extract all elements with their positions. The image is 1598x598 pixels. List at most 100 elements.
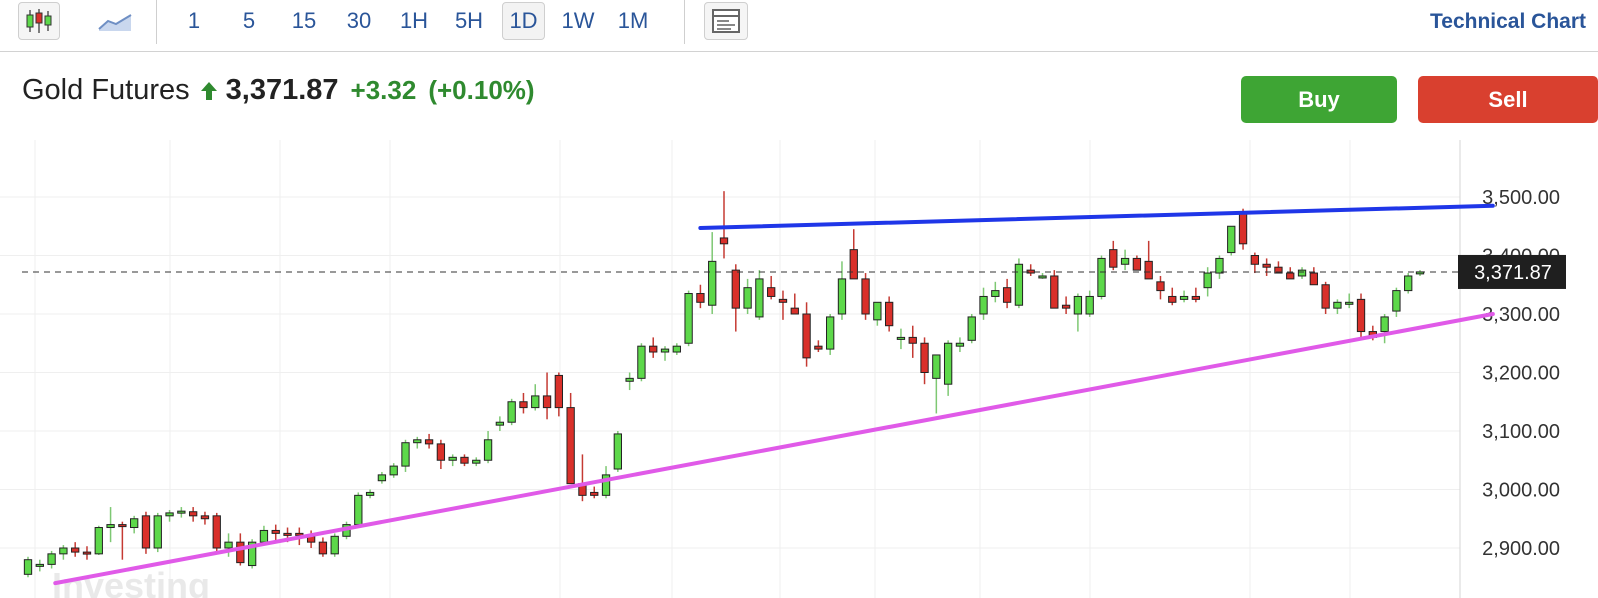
candle-body xyxy=(271,529,280,534)
candle-body xyxy=(259,529,269,543)
candle-body xyxy=(200,515,210,520)
instrument-name: Gold Futures xyxy=(22,74,190,106)
technical-chart-title[interactable]: Technical Chart xyxy=(1430,10,1586,34)
candle-body xyxy=(153,515,162,549)
interval-1[interactable]: 1 xyxy=(180,2,208,40)
candle-body xyxy=(1309,272,1318,286)
candle-body xyxy=(649,345,658,353)
candle-body xyxy=(625,377,634,382)
candle-body xyxy=(1250,255,1260,265)
candle-body xyxy=(542,395,552,409)
interval-15[interactable]: 15 xyxy=(286,2,322,40)
toolbar-separator xyxy=(156,0,157,44)
candle-body xyxy=(424,439,434,445)
layout-panel-icon[interactable] xyxy=(704,2,748,40)
upper-trendline xyxy=(698,203,1495,231)
candle-body xyxy=(354,494,363,526)
candle-body xyxy=(59,547,68,555)
candle-body xyxy=(873,301,882,321)
candle-body xyxy=(1120,257,1130,265)
candle-body xyxy=(165,512,174,517)
arrow-up-icon xyxy=(200,81,218,106)
last-price: 3,371.87 xyxy=(225,74,339,106)
candle-body xyxy=(1392,290,1401,312)
candle-body xyxy=(1333,301,1342,309)
candle-body xyxy=(507,401,516,423)
candle-body xyxy=(991,290,1000,297)
candle-body xyxy=(979,295,988,315)
price-chart[interactable]: 2,900.003,000.003,100.003,200.003,300.00… xyxy=(0,140,1598,598)
y-tick-label: 3,100.00 xyxy=(1482,421,1560,443)
candle-body xyxy=(778,298,788,303)
candle-body xyxy=(896,336,906,340)
candle-body xyxy=(436,443,446,461)
candle-body xyxy=(519,401,528,409)
candle-body xyxy=(177,510,186,514)
area-chart-icon[interactable] xyxy=(95,2,135,40)
candle-body xyxy=(566,407,575,485)
candle-body xyxy=(708,260,717,306)
interval-1h[interactable]: 1H xyxy=(395,2,433,40)
candle-body xyxy=(1109,249,1118,268)
candle-body xyxy=(1132,257,1142,271)
candle-body xyxy=(188,511,198,517)
current-price-label: 3,371.87 xyxy=(1474,262,1552,284)
y-tick-label: 3,200.00 xyxy=(1482,363,1560,385)
candle-body xyxy=(1238,211,1248,245)
price-change: +3.32 xyxy=(350,75,417,105)
candle-body xyxy=(224,541,233,549)
interval-5h[interactable]: 5H xyxy=(450,2,488,40)
candle-body xyxy=(82,551,92,555)
candle-body xyxy=(118,524,127,528)
candle-body xyxy=(1179,295,1189,300)
candle-body xyxy=(1321,284,1330,309)
candle-body xyxy=(814,345,823,350)
interval-30[interactable]: 30 xyxy=(340,2,378,40)
candle-body xyxy=(23,559,33,575)
candlestick-icon[interactable] xyxy=(18,2,60,40)
candle-body xyxy=(1404,275,1413,292)
candle-body xyxy=(1297,269,1307,277)
candle-body xyxy=(47,553,56,565)
candle-body xyxy=(94,527,103,555)
quote-header: Gold Futures 3,371.87 +3.32 (+0.10%) xyxy=(22,74,535,114)
candle-body xyxy=(672,345,681,353)
candle-body xyxy=(35,563,44,567)
candle-body xyxy=(365,491,375,496)
candle-body xyxy=(1061,304,1071,309)
candle-body xyxy=(637,345,646,379)
candle-body xyxy=(236,541,245,564)
interval-5[interactable]: 5 xyxy=(235,2,263,40)
candle-body xyxy=(1073,295,1083,315)
candle-body xyxy=(861,278,870,315)
candle-body xyxy=(590,491,599,496)
candle-body xyxy=(330,535,339,555)
candle-body xyxy=(802,313,811,359)
candle-body xyxy=(531,395,540,409)
candle-body xyxy=(755,278,764,318)
y-tick-label: 2,900.00 xyxy=(1482,538,1560,560)
interval-1w[interactable]: 1W xyxy=(558,2,598,40)
candle-body xyxy=(318,541,328,555)
buy-button[interactable]: Buy xyxy=(1241,76,1397,123)
candle-body xyxy=(908,336,917,344)
interval-1d[interactable]: 1D xyxy=(502,2,545,40)
candle-body xyxy=(1038,275,1047,279)
lower-trendline xyxy=(53,312,1495,586)
interval-1m[interactable]: 1M xyxy=(613,2,653,40)
candle-body xyxy=(1191,295,1201,300)
candle-body xyxy=(389,465,398,476)
candle-body xyxy=(696,293,705,303)
candle-body xyxy=(1215,257,1224,274)
candle-body xyxy=(460,456,469,464)
sell-button[interactable]: Sell xyxy=(1418,76,1598,123)
candle-body xyxy=(1345,301,1354,305)
candle-body xyxy=(377,474,387,482)
candle-body xyxy=(826,316,835,350)
candle-body xyxy=(130,518,139,529)
candle-body xyxy=(448,456,457,461)
candle-body xyxy=(1227,225,1236,254)
candle-body xyxy=(731,269,740,309)
candle-body xyxy=(1356,298,1366,333)
candle-body xyxy=(1156,281,1165,292)
